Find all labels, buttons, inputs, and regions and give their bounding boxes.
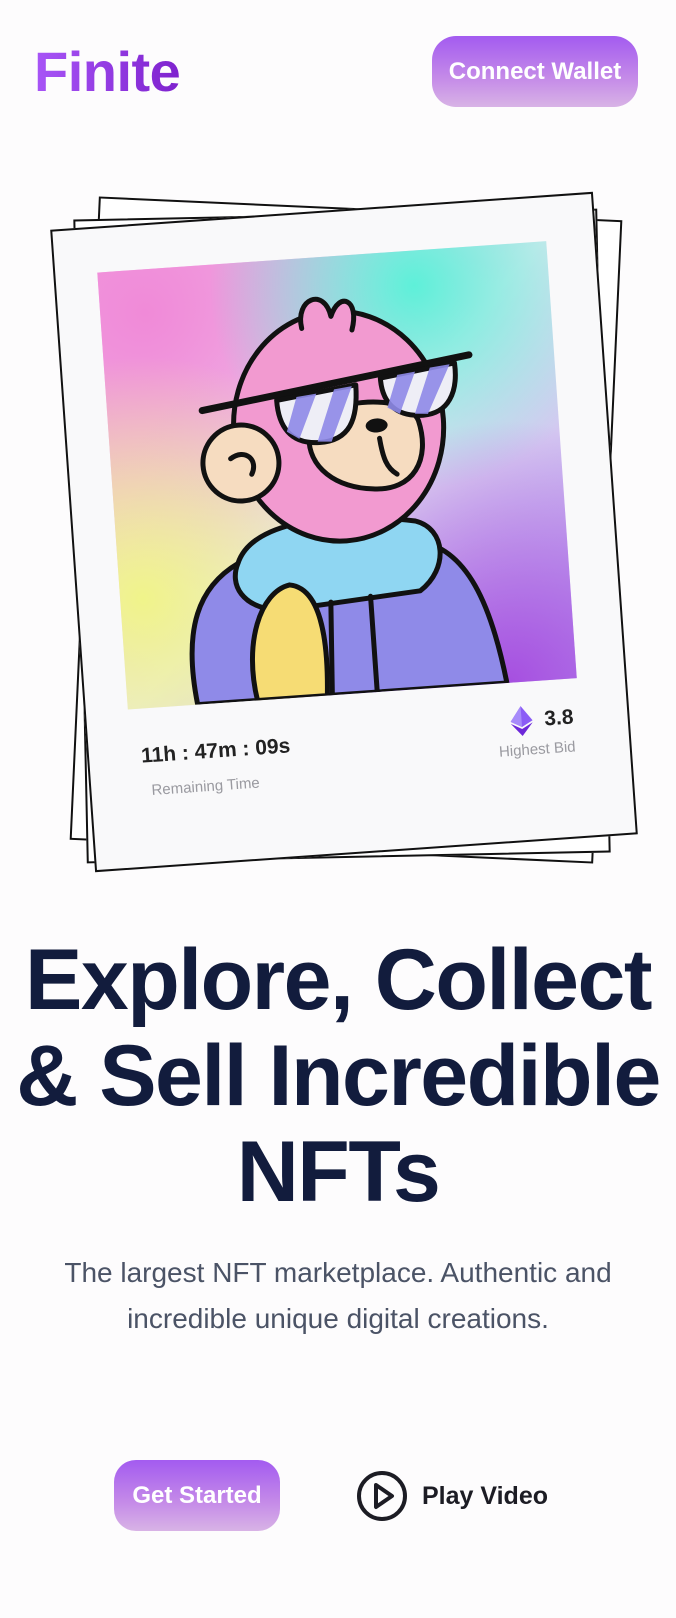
ethereum-icon <box>510 706 533 737</box>
logo[interactable]: Finite <box>34 38 181 106</box>
nft-card[interactable]: 11h : 47m : 09s Remaining Time 3.8 Highe… <box>50 191 638 873</box>
highest-bid: 3.8 <box>509 702 575 737</box>
highest-bid-value: 3.8 <box>543 705 575 731</box>
play-video-label: Play Video <box>422 1481 548 1510</box>
play-video-button[interactable]: Play Video <box>356 1468 548 1524</box>
nft-artwork <box>97 241 577 710</box>
hero-title: Explore, Collect & Sell Incredible NFTs <box>16 932 661 1220</box>
play-circle-icon <box>357 1471 407 1521</box>
remaining-time-label: Remaining Time <box>150 774 261 800</box>
connect-wallet-button[interactable]: Connect Wallet <box>432 36 638 107</box>
highest-bid-label: Highest Bid <box>498 738 577 761</box>
remaining-time: 11h : 47m : 09s <box>140 734 292 768</box>
hero-subtitle: The largest NFT marketplace. Authentic a… <box>64 1257 612 1334</box>
get-started-button[interactable]: Get Started <box>114 1460 280 1531</box>
nft-character-illustration <box>189 296 510 708</box>
